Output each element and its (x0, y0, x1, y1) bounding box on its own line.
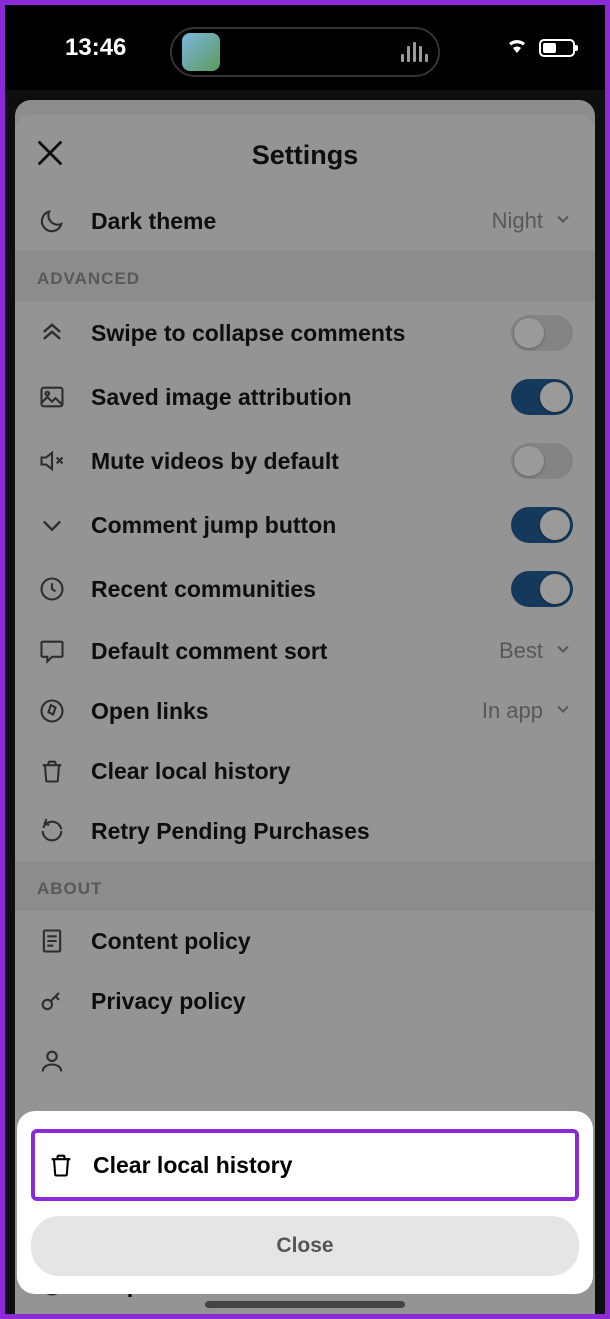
audio-bars-icon (401, 42, 428, 62)
status-bar: 13:46 (5, 5, 605, 90)
status-right (505, 33, 575, 62)
trash-icon (47, 1151, 75, 1179)
battery-icon (539, 39, 575, 57)
wifi-icon (505, 33, 529, 62)
app-thumbnail-icon (182, 33, 220, 71)
status-time: 13:46 (65, 34, 126, 62)
action-label: Clear local history (93, 1152, 292, 1179)
home-indicator[interactable] (205, 1301, 405, 1308)
action-sheet: Clear local history Close (17, 1111, 593, 1294)
action-clear-local-history[interactable]: Clear local history (31, 1129, 579, 1201)
dynamic-island[interactable] (170, 27, 440, 77)
close-button[interactable]: Close (31, 1216, 579, 1276)
